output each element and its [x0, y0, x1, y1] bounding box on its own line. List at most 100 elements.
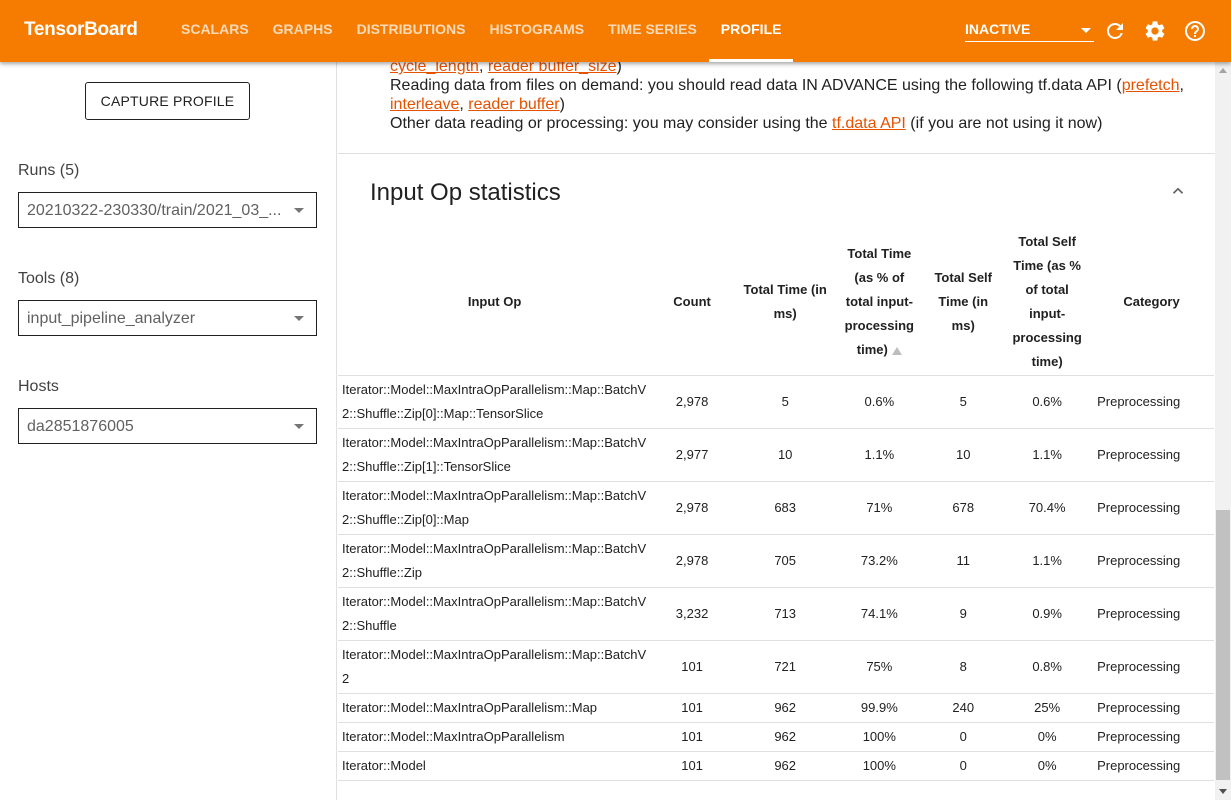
- recommendation-text: cycle_length, reader buffer_size) Readin…: [390, 62, 1190, 133]
- cell-total-self-time: 0: [921, 722, 1006, 752]
- scroll-thumb[interactable]: [1216, 510, 1230, 780]
- table-row: Iterator::Model::MaxIntraOpParallelism::…: [338, 693, 1214, 723]
- refresh-icon[interactable]: [1103, 19, 1127, 43]
- main-content: cycle_length, reader buffer_size) Readin…: [338, 62, 1215, 800]
- cell-count: 3,232: [651, 587, 733, 641]
- cell-input-op: Iterator::Model::MaxIntraOpParallelism::…: [338, 587, 652, 641]
- sort-ascending-icon[interactable]: [891, 346, 902, 355]
- header-total-time[interactable]: Total Time (in ms): [733, 229, 838, 376]
- cell-input-op: Iterator::Model: [338, 751, 652, 781]
- input-op-table: Input Op Count Total Time (in ms) Total Tim…: [338, 229, 1214, 781]
- cell-category: Preprocessing: [1089, 693, 1214, 723]
- status-value: INACTIVE: [965, 21, 1031, 37]
- chevron-down-icon: [294, 316, 304, 321]
- scroll-down-arrow-icon[interactable]: [1219, 789, 1227, 794]
- table-body: Iterator::Model::MaxIntraOpParallelism::…: [338, 375, 1214, 781]
- cycle-length-link[interactable]: cycle_length: [390, 62, 479, 75]
- cell-input-op: Iterator::Model::MaxIntraOpParallelism::…: [338, 375, 652, 429]
- cell-total-self-time: 11: [921, 534, 1006, 588]
- cell-total-time-pct: 74.1%: [837, 587, 922, 641]
- cell-total-time-pct: 75%: [837, 640, 922, 694]
- cell-total-self-time-pct: 1.1%: [1005, 534, 1090, 588]
- prefetch-link[interactable]: prefetch: [1122, 77, 1180, 94]
- scroll-up-arrow-icon[interactable]: [1219, 68, 1227, 73]
- tab-graphs[interactable]: GRAPHS: [261, 0, 345, 62]
- interleave-link[interactable]: interleave: [390, 96, 459, 113]
- cell-total-self-time: 10: [921, 428, 1006, 482]
- help-icon[interactable]: [1183, 19, 1207, 43]
- cell-total-time-pct: 100%: [837, 722, 922, 752]
- table-row: Iterator::Model::MaxIntraOpParallelism::…: [338, 534, 1214, 588]
- cell-total-self-time-pct: 0.6%: [1005, 375, 1090, 429]
- cell-category: Preprocessing: [1089, 428, 1214, 482]
- section-title: Input Op statistics: [370, 179, 561, 206]
- cell-total-time: 5: [733, 375, 838, 429]
- cell-total-self-time-pct: 0.9%: [1005, 587, 1090, 641]
- cell-category: Preprocessing: [1089, 587, 1214, 641]
- tools-label: Tools (8): [18, 270, 80, 287]
- cell-category: Preprocessing: [1089, 534, 1214, 588]
- cell-count: 2,978: [651, 375, 733, 429]
- table-row: Iterator::Model::MaxIntraOpParallelism::…: [338, 587, 1214, 641]
- header-input-op[interactable]: Input Op: [338, 229, 652, 376]
- hosts-value: da2851876005: [27, 418, 134, 435]
- tab-distributions[interactable]: DISTRIBUTIONS: [345, 0, 478, 62]
- header-total-self-time[interactable]: Total Self Time (in ms): [921, 229, 1006, 376]
- cell-input-op: Iterator::Model::MaxIntraOpParallelism::…: [338, 534, 652, 588]
- advice-line-3: Other data reading or processing: you ma…: [390, 115, 1103, 132]
- app-title[interactable]: TensorBoard: [24, 19, 138, 41]
- cell-input-op: Iterator::Model::MaxIntraOpParallelism::…: [338, 481, 652, 535]
- chevron-down-icon: [294, 208, 304, 213]
- cell-total-self-time: 8: [921, 640, 1006, 694]
- cell-input-op: Iterator::Model::MaxIntraOpParallelism::…: [338, 693, 652, 723]
- tab-histograms[interactable]: HISTOGRAMS: [477, 0, 596, 62]
- header-category[interactable]: Category: [1089, 229, 1214, 376]
- cell-total-time: 962: [733, 751, 838, 781]
- capture-profile-button[interactable]: CAPTURE PROFILE: [85, 82, 250, 120]
- section-divider: [338, 153, 1215, 154]
- nav-tabs: SCALARS GRAPHS DISTRIBUTIONS HISTOGRAMS TIME…: [169, 0, 794, 62]
- cell-category: Preprocessing: [1089, 640, 1214, 694]
- cell-total-self-time-pct: 70.4%: [1005, 481, 1090, 535]
- tools-select[interactable]: input_pipeline_analyzer: [18, 300, 317, 336]
- tab-time-series[interactable]: TIME SERIES: [596, 0, 709, 62]
- cell-total-self-time-pct: 0%: [1005, 722, 1090, 752]
- header-total-self-time-pct[interactable]: Total Self Time (as % of total input-pro…: [1005, 229, 1090, 376]
- cell-total-self-time-pct: 1.1%: [1005, 428, 1090, 482]
- cell-total-time-pct: 1.1%: [837, 428, 922, 482]
- vertical-scrollbar[interactable]: [1215, 62, 1231, 800]
- cell-total-time: 705: [733, 534, 838, 588]
- tf-data-api-link[interactable]: tf.data API: [832, 115, 906, 132]
- header-count[interactable]: Count: [651, 229, 733, 376]
- cell-count: 2,978: [651, 534, 733, 588]
- cell-category: Preprocessing: [1089, 375, 1214, 429]
- header-total-time-pct[interactable]: Total Time (as % of total input-processi…: [837, 229, 922, 376]
- cell-total-self-time: 9: [921, 587, 1006, 641]
- table-header-row: Input Op Count Total Time (in ms) Total Tim…: [338, 229, 1214, 376]
- cell-total-time-pct: 99.9%: [837, 693, 922, 723]
- chevron-up-icon[interactable]: [1169, 182, 1187, 200]
- tab-profile[interactable]: PROFILE: [708, 0, 794, 62]
- reader-buffer-link[interactable]: reader buffer: [468, 96, 559, 113]
- cell-count: 101: [651, 640, 733, 694]
- cell-total-self-time-pct: 0%: [1005, 751, 1090, 781]
- runs-label: Runs (5): [18, 162, 80, 179]
- status-dropdown[interactable]: INACTIVE: [965, 18, 1094, 42]
- cell-total-time: 713: [733, 587, 838, 641]
- cell-total-time-pct: 71%: [837, 481, 922, 535]
- hosts-select[interactable]: da2851876005: [18, 408, 317, 444]
- cell-total-self-time-pct: 0.8%: [1005, 640, 1090, 694]
- cell-total-time: 962: [733, 722, 838, 752]
- cell-category: Preprocessing: [1089, 751, 1214, 781]
- runs-select[interactable]: 20210322-230330/train/2021_03_...: [18, 192, 317, 228]
- settings-icon[interactable]: [1143, 19, 1167, 43]
- cell-category: Preprocessing: [1089, 481, 1214, 535]
- cell-count: 101: [651, 722, 733, 752]
- table-row: Iterator::Model::MaxIntraOpParallelism 10…: [338, 722, 1214, 752]
- cell-input-op: Iterator::Model::MaxIntraOpParallelism::…: [338, 640, 652, 694]
- tab-scalars[interactable]: SCALARS: [169, 0, 261, 62]
- reader-buffer-size-link[interactable]: reader buffer_size: [488, 62, 617, 75]
- advice-line-1: cycle_length, reader buffer_size): [390, 62, 1190, 76]
- tools-value: input_pipeline_analyzer: [27, 310, 196, 327]
- cell-total-time: 962: [733, 693, 838, 723]
